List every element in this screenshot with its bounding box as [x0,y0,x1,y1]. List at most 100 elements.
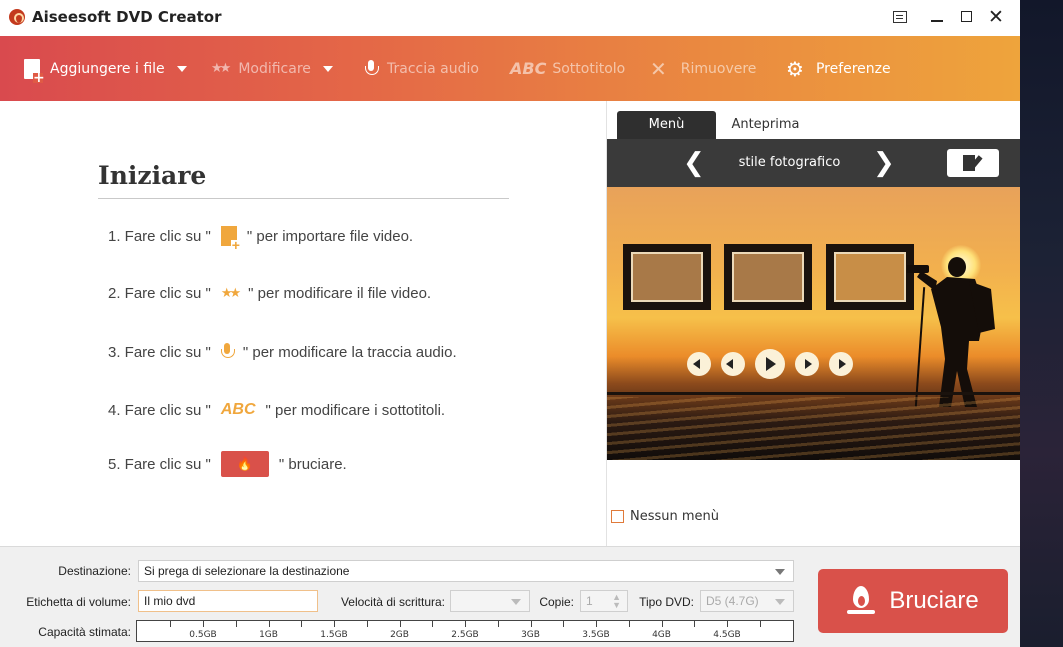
minimize-icon [931,20,943,22]
flame-icon [847,586,876,616]
copies-stepper[interactable]: 1 ▲ ▼ [580,590,628,612]
rewind-icon[interactable] [721,352,745,376]
capacity-tick [759,621,761,627]
capacity-label: Capacità stimata: [38,625,131,639]
tab-menu[interactable]: Menù [617,111,716,139]
capacity-tick [465,621,466,627]
thumbnail-frame[interactable] [724,244,812,310]
menu-preview-panel: Menù Anteprima ❮ stile fotografico ❯ Nes… [606,101,1021,546]
feedback-button[interactable] [889,6,911,28]
capacity-tick [497,621,499,627]
audio-track-label: Traccia audio [387,60,479,77]
capacity-tick [203,621,204,627]
tab-preview[interactable]: Anteprima [716,111,815,139]
desktop-background [1020,0,1063,647]
title-bar: Aiseesoft DVD Creator ✕ [0,0,1020,36]
capacity-tick [694,621,696,627]
thumbnail-frame[interactable] [623,244,711,310]
capacity-tick-label: 4.5GB [713,630,741,640]
chevron-down-icon [775,569,785,575]
app-title: Aiseesoft DVD Creator [32,8,222,26]
capacity-tick [661,621,663,627]
capacity-tick [366,621,368,627]
dvd-type-label: Tipo DVD: [639,595,694,609]
close-button[interactable]: ✕ [985,6,1007,28]
minimize-button[interactable] [926,6,948,28]
menu-preview-image [607,187,1021,460]
style-name: stile fotografico [738,155,841,170]
feedback-icon [893,11,907,23]
abc-subtitle-icon: ABC [220,401,256,418]
capacity-tick [235,621,237,627]
burn-label: Bruciare [889,587,979,614]
maximize-button[interactable] [955,6,977,28]
step-text: " per importare file video. [246,227,414,245]
guide-step-4: 4. Fare clic su " ABC " per modificare i… [108,395,445,425]
thumbnail-frame[interactable] [826,244,914,310]
horizon-line [607,392,1021,395]
chevron-down-icon [511,599,521,605]
abc-subtitle-icon: ABC [510,59,547,78]
step-text: 2. Fare clic su " [108,284,211,302]
subtitle-label: Sottotitolo [552,60,626,77]
water-reflection [607,397,1021,460]
step-text: " bruciare. [278,455,347,473]
previous-style-icon[interactable]: ❮ [683,148,705,178]
guide-step-5: 5. Fare clic su " 🔥 " bruciare. [108,449,347,479]
output-settings-bar: Destinazione: Si prega di selezionare la… [0,546,1020,647]
next-style-icon[interactable]: ❯ [873,148,895,178]
destination-value: Si prega di selezionare la destinazione [144,564,350,578]
audio-track-button[interactable]: Traccia audio [365,36,479,101]
play-icon[interactable] [755,349,785,379]
capacity-tick-label: 1.5GB [320,630,348,640]
playback-controls [687,349,863,379]
add-files-button[interactable]: Aggiungere i file [24,36,187,101]
burn-flame-icon: 🔥 [220,451,269,477]
chevron-down-icon [176,65,187,72]
dvd-type-dropdown[interactable]: D5 (4.7G) [700,590,794,612]
skip-forward-icon[interactable] [829,352,853,376]
capacity-tick [170,621,172,627]
gear-icon: ⚙ [786,56,804,81]
volume-label-input[interactable]: Il mio dvd [138,590,318,612]
preferences-button[interactable]: ⚙ Preferenze [786,36,891,101]
maximize-icon [960,11,972,22]
microphone-icon [365,59,379,78]
menu-style-selector: ❮ stile fotografico ❯ [607,139,1021,187]
copies-value: 1 [586,594,593,608]
edit-stars-icon: ★★ [211,61,231,76]
capacity-tick-label: 1GB [259,630,278,640]
add-file-icon [220,226,241,250]
step-text: 4. Fare clic su " [108,401,211,419]
stepper-arrows-icon: ▲ ▼ [612,592,621,610]
chevron-down-icon [322,65,333,72]
subtitle-button[interactable]: ABC Sottotitolo [510,36,625,101]
step-text: 5. Fare clic su " [108,455,211,473]
capacity-tick [563,621,565,627]
capacity-tick-label: 4GB [652,630,671,640]
edit-menu-button[interactable] [947,149,999,177]
write-speed-dropdown[interactable] [450,590,530,612]
guide-step-3: 3. Fare clic su " " per modificare la tr… [108,337,457,367]
capacity-tick [530,621,532,627]
skip-back-icon[interactable] [687,352,711,376]
edit-button[interactable]: ★★ Modificare [211,36,333,101]
fast-forward-icon[interactable] [795,352,819,376]
add-file-icon [24,58,43,83]
remove-label: Rimuovere [680,60,757,77]
capacity-tick [334,621,335,627]
no-menu-option[interactable]: Nessun menù [611,509,719,524]
capacity-tick [432,621,434,627]
guide-step-1: 1. Fare clic su " " per importare file v… [108,221,413,251]
no-menu-checkbox[interactable] [611,510,624,523]
app-logo-icon [9,9,25,25]
burn-button[interactable]: Bruciare [818,569,1008,633]
write-speed-label: Velocità di scrittura: [340,595,445,609]
capacity-tick [301,621,303,627]
preferences-label: Preferenze [815,60,891,77]
capacity-tick-label: 0.5GB [189,630,217,640]
remove-button[interactable]: ✕ Rimuovere [650,36,756,101]
capacity-tick [268,621,270,627]
edit-label: Modificare [238,60,311,77]
destination-dropdown[interactable]: Si prega di selezionare la destinazione [138,560,794,582]
